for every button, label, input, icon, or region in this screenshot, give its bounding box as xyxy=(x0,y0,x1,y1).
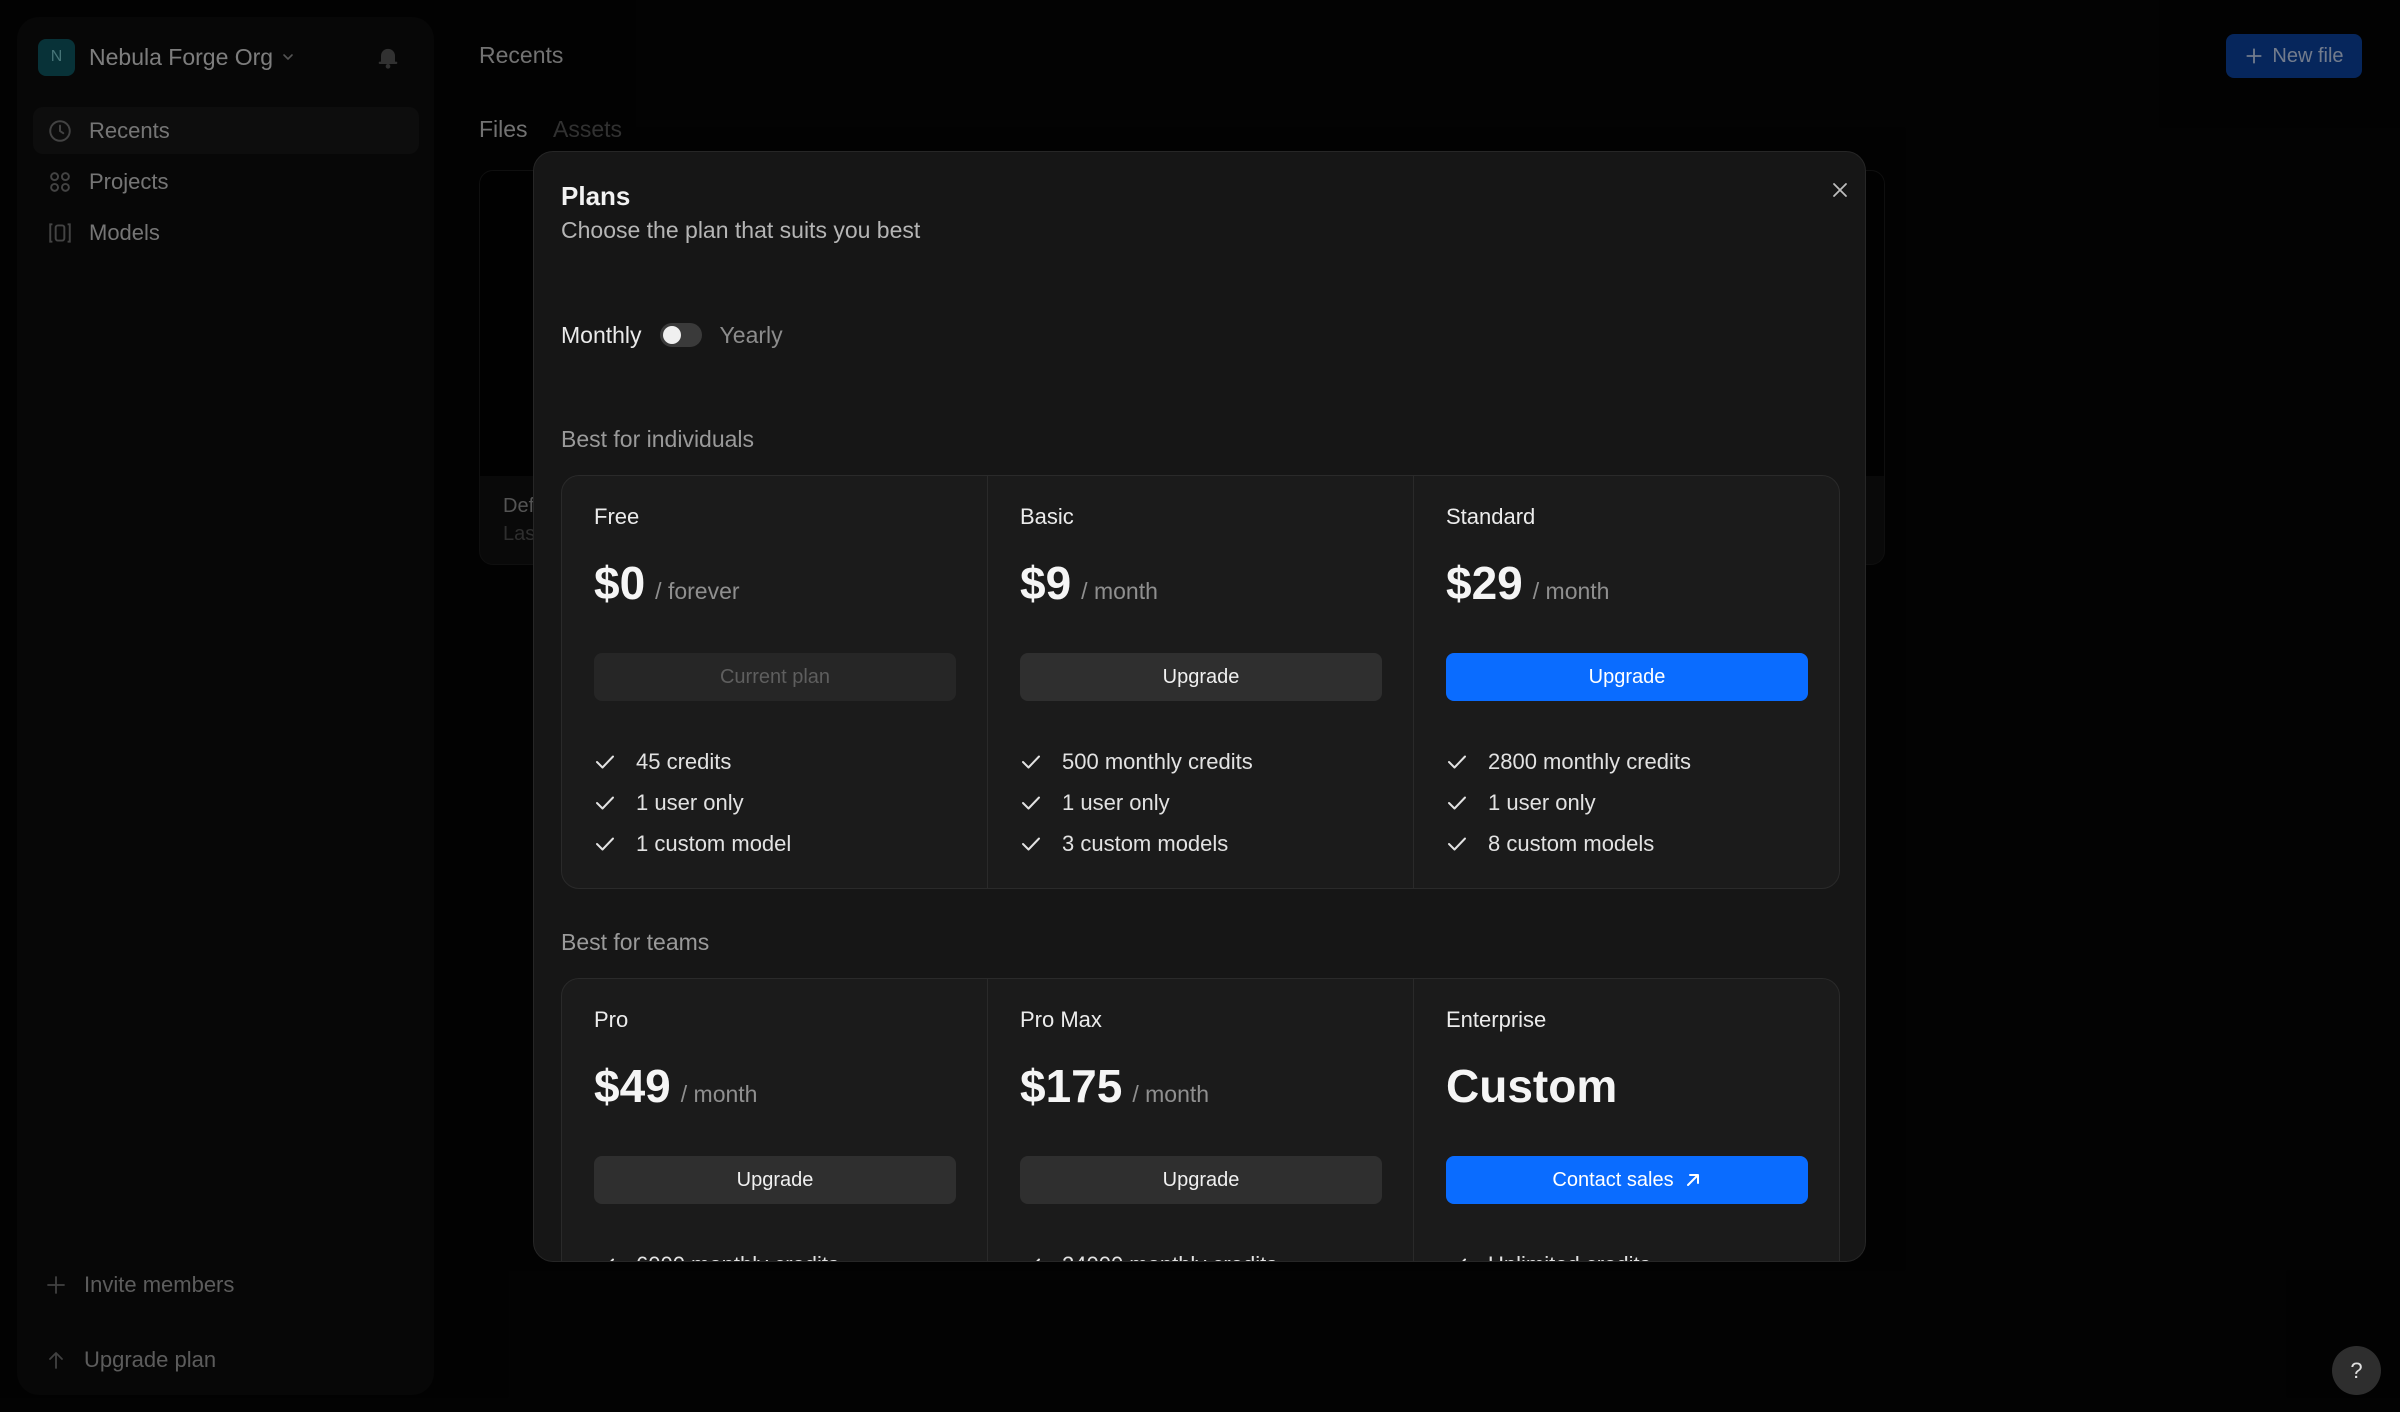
plan-name: Free xyxy=(594,504,640,529)
feature-item: 8 custom models xyxy=(1446,823,1691,864)
plan-group-individuals: Free $0 / forever Current plan 45 credit… xyxy=(561,475,1840,889)
plan-period: / month xyxy=(1081,578,1158,604)
feature-text: 8 custom models xyxy=(1488,830,1655,856)
feature-item: 500 monthly credits xyxy=(1020,741,1253,782)
plan-name: Basic xyxy=(1020,504,1074,529)
toggle-knob xyxy=(662,326,681,344)
feature-list: 45 credits 1 user only 1 custom model xyxy=(594,741,791,864)
contact-sales-label: Contact sales xyxy=(1552,1168,1674,1191)
current-plan-button: Current plan xyxy=(594,653,956,701)
section-label-teams: Best for teams xyxy=(561,929,710,955)
plan-period: / month xyxy=(1132,1081,1210,1107)
plan-period: / forever xyxy=(655,578,740,604)
plan-card-pro: Pro $49 / month Upgrade 6000 monthly cre… xyxy=(562,979,988,1262)
plan-period: / month xyxy=(1532,578,1610,604)
billing-period-switch: Monthly Yearly xyxy=(561,320,783,350)
feature-item: Unlimited credits xyxy=(1446,1244,1651,1262)
plan-card-enterprise: Enterprise Custom Contact sales Unlimite… xyxy=(1414,979,1839,1262)
feature-list: Unlimited credits xyxy=(1446,1244,1651,1262)
feature-list: 24000 monthly credits xyxy=(1020,1244,1277,1262)
upgrade-pro-max-button[interactable]: Upgrade xyxy=(1020,1156,1382,1204)
feature-text: 6000 monthly credits xyxy=(636,1252,839,1262)
feature-list: 500 monthly credits 1 user only 3 custom… xyxy=(1020,741,1253,864)
check-icon xyxy=(596,755,614,768)
feature-item: 6000 monthly credits xyxy=(594,1244,839,1262)
plan-card-standard: Standard $29 / month Upgrade 2800 monthl… xyxy=(1414,476,1839,888)
arrow-up-right-icon xyxy=(1686,1174,1699,1186)
plan-price: $9 xyxy=(1020,557,1072,609)
plan-name: Pro xyxy=(594,1007,629,1032)
check-icon xyxy=(596,796,614,809)
feature-item: 3 custom models xyxy=(1020,823,1253,864)
feature-text: 1 user only xyxy=(1062,789,1170,815)
check-icon xyxy=(1035,1258,1040,1261)
billing-yearly-label[interactable]: Yearly xyxy=(720,322,783,349)
billing-monthly-label[interactable]: Monthly xyxy=(561,322,642,349)
feature-text: 1 user only xyxy=(1488,789,1596,815)
plan-name: Enterprise xyxy=(1446,1007,1547,1032)
plan-price: $0 xyxy=(594,557,646,609)
plan-price: $175 xyxy=(1020,1060,1123,1112)
feature-text: 1 user only xyxy=(636,789,744,815)
plan-period: / month xyxy=(680,1081,758,1107)
section-label-individuals: Best for individuals xyxy=(561,426,755,452)
close-icon xyxy=(1833,183,1847,197)
feature-text: 500 monthly credits xyxy=(1062,748,1253,774)
feature-item: 1 user only xyxy=(1020,782,1253,823)
price-row: Custom xyxy=(1446,1059,1617,1113)
help-button[interactable]: ? xyxy=(2332,1346,2381,1395)
feature-item: 24000 monthly credits xyxy=(1020,1244,1277,1262)
feature-text: 3 custom models xyxy=(1062,830,1229,856)
plan-card-free: Free $0 / forever Current plan 45 credit… xyxy=(562,476,988,888)
feature-text: 45 credits xyxy=(636,748,732,774)
contact-sales-button[interactable]: Contact sales xyxy=(1446,1156,1808,1204)
price-row: $0 / forever xyxy=(594,556,740,610)
billing-toggle[interactable] xyxy=(659,323,702,347)
feature-item: 1 custom model xyxy=(594,823,791,864)
feature-item: 1 user only xyxy=(1446,782,1691,823)
feature-text: 2800 monthly credits xyxy=(1488,748,1691,774)
feature-text: 1 custom model xyxy=(636,830,792,856)
feature-list: 6000 monthly credits xyxy=(594,1244,839,1262)
plan-name: Pro Max xyxy=(1020,1007,1102,1032)
check-icon xyxy=(1461,1258,1466,1261)
plan-price: Custom xyxy=(1446,1060,1618,1112)
upgrade-basic-button[interactable]: Upgrade xyxy=(1020,653,1382,701)
modal-subtitle: Choose the plan that suits you best xyxy=(561,217,921,243)
feature-text: 24000 monthly credits xyxy=(1062,1252,1277,1262)
upgrade-standard-button[interactable]: Upgrade xyxy=(1446,653,1808,701)
plan-group-teams: Pro $49 / month Upgrade 6000 monthly cre… xyxy=(561,978,1840,1262)
check-icon xyxy=(596,837,614,850)
modal-title: Plans xyxy=(561,181,631,211)
check-icon xyxy=(1448,796,1466,809)
feature-list: 2800 monthly credits 1 user only 8 custo… xyxy=(1446,741,1691,864)
check-icon xyxy=(609,1258,614,1261)
close-button[interactable] xyxy=(1822,172,1858,208)
check-icon xyxy=(1022,755,1040,768)
plan-price: $29 xyxy=(1446,557,1523,609)
plan-name: Standard xyxy=(1446,504,1536,529)
feature-item: 2800 monthly credits xyxy=(1446,741,1691,782)
plan-card-basic: Basic $9 / month Upgrade 500 monthly cre… xyxy=(988,476,1414,888)
feature-item: 1 user only xyxy=(594,782,791,823)
upgrade-pro-button[interactable]: Upgrade xyxy=(594,1156,956,1204)
plan-card-pro-max: Pro Max $175 / month Upgrade 24000 month… xyxy=(988,979,1414,1262)
plans-modal: Plans Choose the plan that suits you bes… xyxy=(533,151,1866,1262)
check-icon xyxy=(1022,837,1040,850)
feature-text: Unlimited credits xyxy=(1488,1252,1651,1262)
plan-price: $49 xyxy=(594,1060,671,1112)
price-row: $9 / month xyxy=(1020,556,1158,610)
check-icon xyxy=(1022,796,1040,809)
price-row: $29 / month xyxy=(1446,556,1609,610)
price-row: $49 / month xyxy=(594,1059,757,1113)
check-icon xyxy=(1448,755,1466,768)
check-icon xyxy=(1448,837,1466,850)
price-row: $175 / month xyxy=(1020,1059,1209,1113)
feature-item: 45 credits xyxy=(594,741,791,782)
